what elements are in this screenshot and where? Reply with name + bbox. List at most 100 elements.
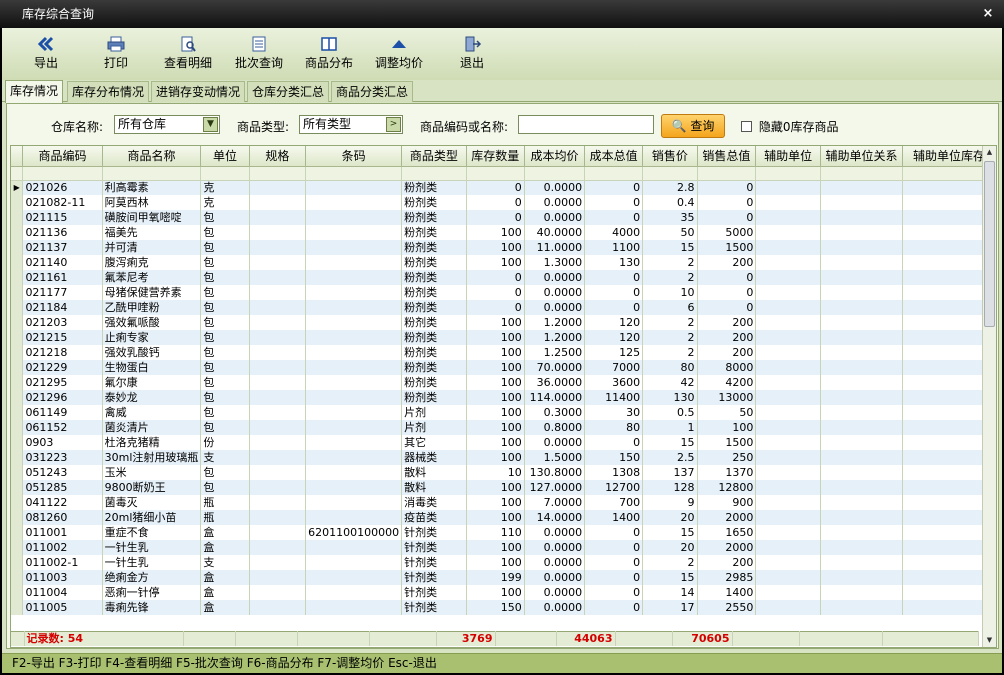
table-cell[interactable]: 021296 xyxy=(22,390,103,405)
table-cell[interactable]: 10 xyxy=(466,465,525,480)
table-cell[interactable]: 100 xyxy=(466,510,525,525)
table-cell[interactable] xyxy=(305,450,403,465)
table-cell[interactable] xyxy=(249,360,307,375)
table-cell[interactable]: 盒 xyxy=(200,600,250,615)
table-cell[interactable]: 021184 xyxy=(22,300,103,315)
table-cell[interactable] xyxy=(755,375,822,390)
table-cell[interactable]: 0.0000 xyxy=(524,195,586,210)
table-cell[interactable]: 0.0000 xyxy=(524,300,586,315)
table-cell[interactable]: 0 xyxy=(466,270,525,285)
table-cell[interactable] xyxy=(249,525,307,540)
table-cell[interactable] xyxy=(820,435,904,450)
table-cell[interactable]: 止痢专家 xyxy=(102,330,202,345)
table-cell[interactable]: 0 xyxy=(584,300,644,315)
table-cell[interactable]: 片剂 xyxy=(401,405,467,420)
table-cell[interactable]: 8000 xyxy=(697,360,757,375)
table-cell[interactable]: 包 xyxy=(200,390,250,405)
table-cell[interactable]: 粉剂类 xyxy=(401,270,467,285)
table-cell[interactable] xyxy=(820,570,904,585)
table-row[interactable]: 011002-1一针生乳支针剂类1000.0000022000 xyxy=(11,555,996,570)
table-row[interactable]: 021161氟苯尼考包粉剂类00.00000200 xyxy=(11,270,996,285)
table-cell[interactable] xyxy=(249,540,307,555)
table-cell[interactable]: 0 xyxy=(697,300,757,315)
product-type-select[interactable]: 所有类型 > xyxy=(299,115,403,134)
table-cell[interactable]: 包 xyxy=(200,420,250,435)
table-cell[interactable]: 0.5 xyxy=(642,405,698,420)
table-cell[interactable]: 021215 xyxy=(22,330,103,345)
table-cell[interactable]: 100 xyxy=(466,240,525,255)
table-cell[interactable]: 重症不食 xyxy=(102,525,202,540)
table-cell[interactable]: 2985 xyxy=(697,570,757,585)
table-cell[interactable]: 10 xyxy=(642,285,698,300)
table-cell[interactable]: 041122 xyxy=(22,495,103,510)
table-cell[interactable]: 011003 xyxy=(22,570,103,585)
table-cell[interactable]: 6 xyxy=(642,300,698,315)
table-cell[interactable] xyxy=(305,270,403,285)
table-cell[interactable]: 粉剂类 xyxy=(401,345,467,360)
table-row[interactable]: 08126020ml猪细小苗瓶疫苗类10014.000014002020000 xyxy=(11,510,996,525)
table-cell[interactable]: 克 xyxy=(200,195,250,210)
table-cell[interactable]: 081260 xyxy=(22,510,103,525)
table-cell[interactable]: 粉剂类 xyxy=(401,255,467,270)
col-header[interactable]: 商品编码 xyxy=(22,146,103,167)
table-cell[interactable]: 泰妙龙 xyxy=(102,390,202,405)
table-cell[interactable]: 021229 xyxy=(22,360,103,375)
table-cell[interactable] xyxy=(820,315,904,330)
table-cell[interactable]: 100 xyxy=(466,225,525,240)
table-cell[interactable] xyxy=(305,225,403,240)
tab-warehouse-summary[interactable]: 仓库分类汇总 xyxy=(247,81,330,102)
table-cell[interactable]: 100 xyxy=(466,345,525,360)
row-indicator[interactable] xyxy=(11,405,24,420)
table-cell[interactable]: 1650 xyxy=(697,525,757,540)
table-cell[interactable]: 针剂类 xyxy=(401,540,467,555)
table-cell[interactable]: 消毒类 xyxy=(401,495,467,510)
table-cell[interactable]: 011002-1 xyxy=(22,555,103,570)
table-cell[interactable]: 粉剂类 xyxy=(401,300,467,315)
table-cell[interactable] xyxy=(249,240,307,255)
table-cell[interactable] xyxy=(755,585,822,600)
table-cell[interactable] xyxy=(755,465,822,480)
table-cell[interactable] xyxy=(305,540,403,555)
table-cell[interactable] xyxy=(249,330,307,345)
table-cell[interactable]: 0.3000 xyxy=(524,405,586,420)
table-cell[interactable]: 生物蛋白 xyxy=(102,360,202,375)
row-indicator[interactable] xyxy=(11,495,24,510)
row-indicator[interactable] xyxy=(11,435,24,450)
tab-stock-distribution[interactable]: 库存分布情况 xyxy=(67,81,150,102)
table-cell[interactable]: 021177 xyxy=(22,285,103,300)
table-cell[interactable]: 0 xyxy=(466,285,525,300)
code-or-name-input[interactable] xyxy=(518,115,654,134)
table-cell[interactable] xyxy=(249,450,307,465)
table-cell[interactable] xyxy=(755,195,822,210)
table-row[interactable]: 021184乙酰甲喹粉包粉剂类00.00000600 xyxy=(11,300,996,315)
table-cell[interactable]: 包 xyxy=(200,480,250,495)
filter-cell[interactable] xyxy=(200,166,250,181)
warehouse-select[interactable]: 所有仓库 ▼ xyxy=(114,115,220,134)
table-row[interactable]: 051285 9800断奶王包 散料 100 127.0000 12700 128 12800… xyxy=(11,480,996,495)
table-cell[interactable]: 100 xyxy=(466,585,525,600)
table-cell[interactable] xyxy=(249,585,307,600)
table-row[interactable]: 021215止痢专家包粉剂类1001.200012022000 xyxy=(11,330,996,345)
table-cell[interactable] xyxy=(305,255,403,270)
table-cell[interactable]: 瓶 xyxy=(200,495,250,510)
col-header[interactable]: 商品名称 xyxy=(102,146,202,167)
table-cell[interactable] xyxy=(249,210,307,225)
table-cell[interactable]: 36.0000 xyxy=(524,375,586,390)
row-indicator[interactable] xyxy=(11,345,24,360)
table-cell[interactable]: 盒 xyxy=(200,570,250,585)
table-cell[interactable]: 100 xyxy=(466,480,525,495)
table-cell[interactable]: 7.0000 xyxy=(524,495,586,510)
table-cell[interactable]: 毒痢先锋 xyxy=(102,600,202,615)
table-cell[interactable] xyxy=(820,540,904,555)
table-cell[interactable] xyxy=(249,495,307,510)
table-cell[interactable] xyxy=(820,225,904,240)
table-cell[interactable]: 100 xyxy=(466,330,525,345)
table-cell[interactable]: 一针生乳 xyxy=(102,540,202,555)
table-cell[interactable]: 0 xyxy=(584,600,644,615)
table-cell[interactable]: 1370 xyxy=(697,465,757,480)
table-cell[interactable]: 玉米 xyxy=(102,465,202,480)
table-cell[interactable]: 禽威 xyxy=(102,405,202,420)
col-header[interactable]: 成本总值 xyxy=(584,146,644,167)
table-row[interactable]: 021229生物蛋白包粉剂类10070.000070008080000 xyxy=(11,360,996,375)
table-cell[interactable]: 50 xyxy=(642,225,698,240)
